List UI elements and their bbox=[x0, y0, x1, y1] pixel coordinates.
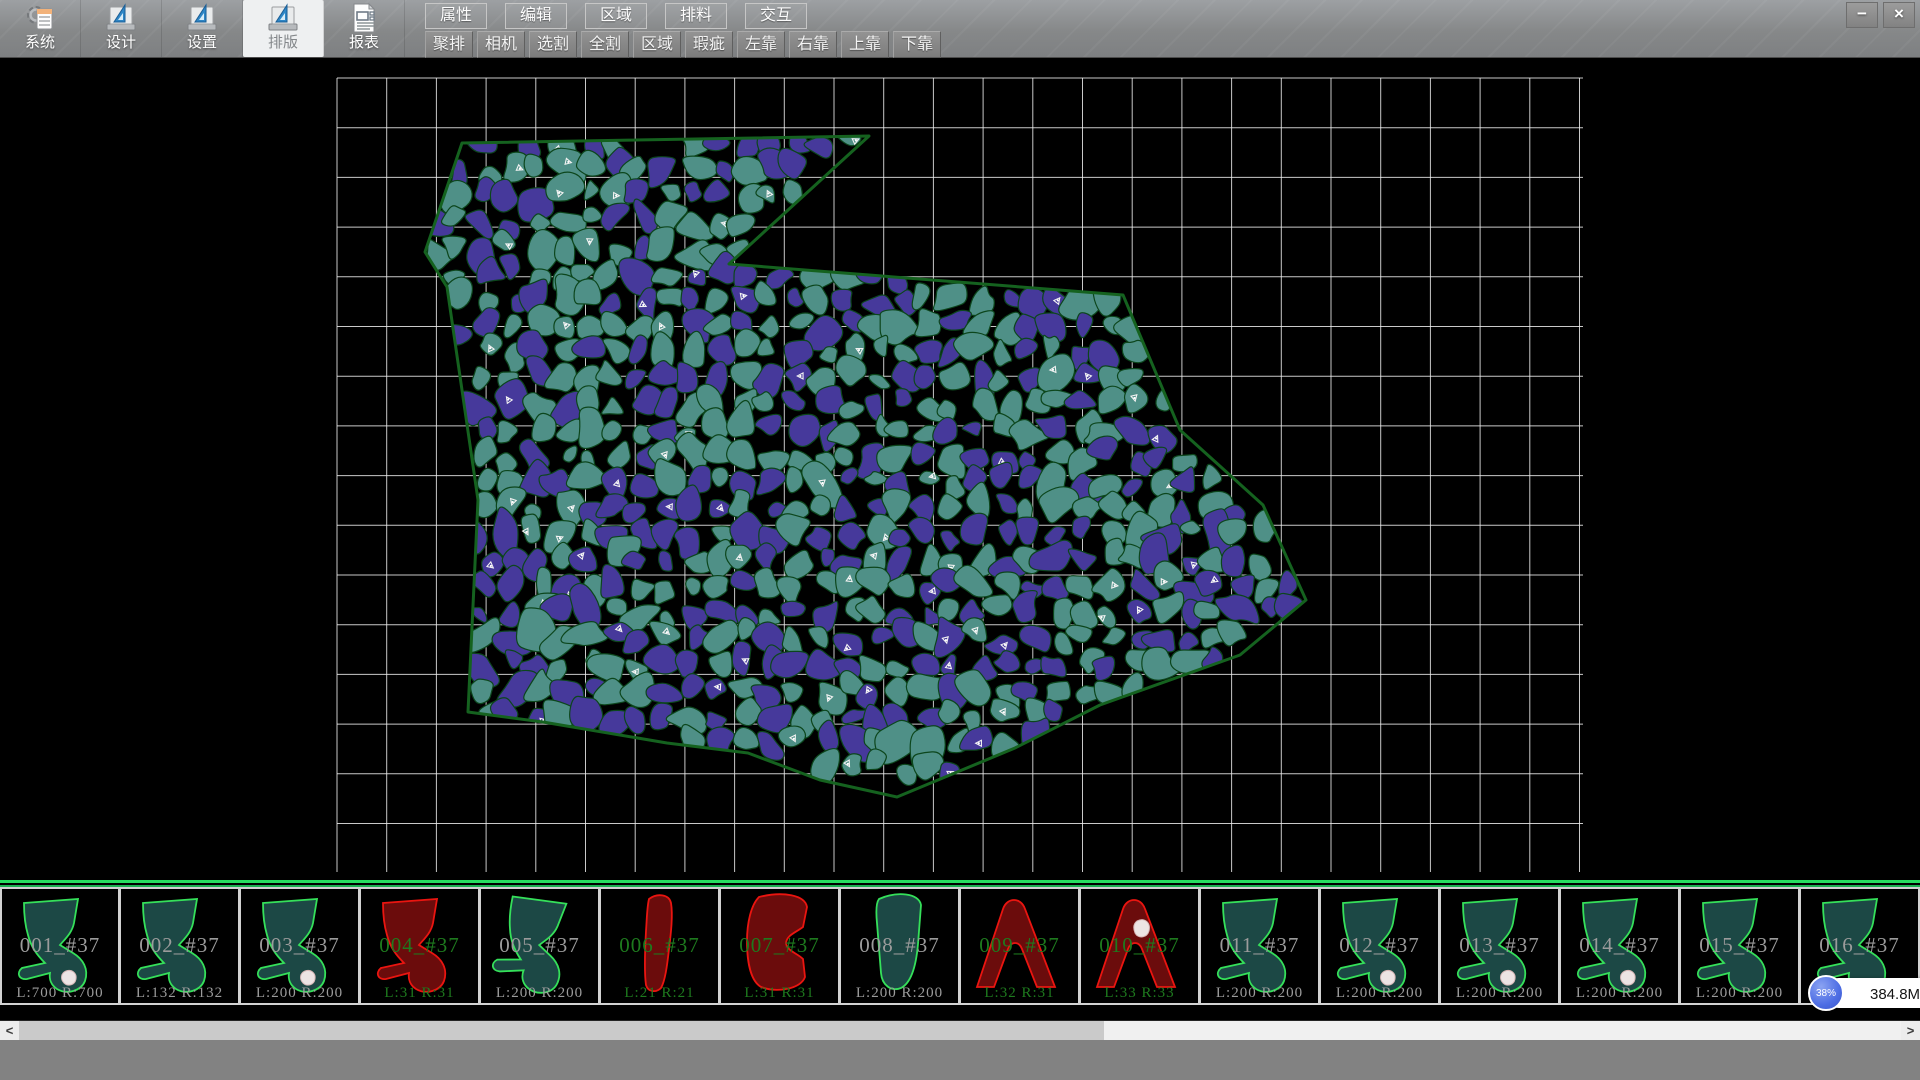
part-lr-count-label: L:200 R:200 bbox=[1681, 985, 1798, 1002]
part-thumbnail-011_#37[interactable]: 011_#37 L:200 R:200 bbox=[1200, 887, 1320, 1005]
part-lr-count-label: L:31 R:31 bbox=[361, 985, 478, 1002]
part-thumbnail-001_#37[interactable]: 001_#37 L:700 R:700 bbox=[0, 887, 120, 1005]
part-lr-count-label: L:33 R:33 bbox=[1081, 985, 1198, 1002]
part-lr-count-label: L:200 R:200 bbox=[1561, 985, 1678, 1002]
settings-ruler-icon bbox=[185, 2, 219, 34]
close-button[interactable]: × bbox=[1883, 2, 1915, 28]
part-lr-count-label: L:200 R:200 bbox=[841, 985, 958, 1002]
design-ruler-icon bbox=[104, 2, 138, 34]
scroll-right-button[interactable]: > bbox=[1901, 1021, 1920, 1040]
system-gear-icon bbox=[23, 2, 57, 34]
action-button-4[interactable]: 全割 bbox=[581, 31, 629, 58]
part-lr-count-label: L:21 R:21 bbox=[601, 985, 718, 1002]
parts-strip-cells: 001_#37L:700 R:700002_#37L:132 R:132003_… bbox=[0, 887, 1920, 1005]
part-thumbnail-012_#37[interactable]: 012_#37 L:200 R:200 bbox=[1320, 887, 1440, 1005]
toolbar-button-1[interactable]: 系统 bbox=[0, 0, 81, 57]
part-id-label: 014_#37 bbox=[1561, 933, 1678, 958]
part-lr-count-label: L:200 R:200 bbox=[1441, 985, 1558, 1002]
part-id-label: 016_#37 bbox=[1801, 933, 1918, 958]
action-button-1[interactable]: 聚排 bbox=[425, 31, 473, 58]
nested-parts-layer[interactable] bbox=[425, 122, 1305, 785]
toolbar-button-4[interactable]: 排版 bbox=[243, 0, 324, 57]
toolbar-button-2[interactable]: 设计 bbox=[81, 0, 162, 57]
part-thumbnail-009_#37[interactable]: 009_#37 L:32 R:31 bbox=[960, 887, 1080, 1005]
memory-usage-label: 384.8M bbox=[1870, 986, 1920, 1003]
part-lr-count-label: L:200 R:200 bbox=[241, 985, 358, 1002]
nesting-canvas[interactable] bbox=[0, 57, 1920, 1020]
status-badge: 384.8M 38% bbox=[1808, 975, 1920, 1011]
part-id-label: 010_#37 bbox=[1081, 933, 1198, 958]
action-button-8[interactable]: 右靠 bbox=[789, 31, 837, 58]
part-lr-count-label: L:700 R:700 bbox=[2, 985, 118, 1002]
part-thumbnail-005_#37[interactable]: 005_#37 L:200 R:200 bbox=[480, 887, 600, 1005]
part-thumbnail-014_#37[interactable]: 014_#37 L:200 R:200 bbox=[1560, 887, 1680, 1005]
progress-percent-label: 38% bbox=[1816, 988, 1836, 999]
part-lr-count-label: L:200 R:200 bbox=[481, 985, 598, 1002]
report-doc-icon bbox=[347, 2, 381, 34]
menu-tab-5[interactable]: 交互 bbox=[745, 3, 807, 29]
toolbar-button-3[interactable]: 设置 bbox=[162, 0, 243, 57]
part-id-label: 013_#37 bbox=[1441, 933, 1558, 958]
part-lr-count-label: L:32 R:31 bbox=[961, 985, 1078, 1002]
scrollbar-thumb[interactable] bbox=[19, 1021, 1104, 1040]
scroll-left-button[interactable]: < bbox=[0, 1021, 19, 1040]
part-id-label: 009_#37 bbox=[961, 933, 1078, 958]
action-button-6[interactable]: 瑕疵 bbox=[685, 31, 733, 58]
part-id-label: 001_#37 bbox=[2, 933, 118, 958]
part-thumbnail-008_#37[interactable]: 008_#37 L:200 R:200 bbox=[840, 887, 960, 1005]
toolbar-button-label: 报表 bbox=[324, 34, 404, 52]
action-button-9[interactable]: 上靠 bbox=[841, 31, 889, 58]
progress-circle: 38% bbox=[1808, 975, 1844, 1011]
toolbar-button-5[interactable]: 报表 bbox=[324, 0, 405, 57]
toolbar-button-label: 设计 bbox=[81, 34, 161, 52]
part-id-label: 004_#37 bbox=[361, 933, 478, 958]
toolbar-button-label: 排版 bbox=[243, 34, 323, 52]
menu-tab-2[interactable]: 编辑 bbox=[505, 3, 567, 29]
part-lr-count-label: L:200 R:200 bbox=[1201, 985, 1318, 1002]
menu-tab-bar: 属性编辑区域排料交互 bbox=[425, 3, 825, 29]
part-id-label: 003_#37 bbox=[241, 933, 358, 958]
action-button-10[interactable]: 下靠 bbox=[893, 31, 941, 58]
part-id-label: 011_#37 bbox=[1201, 933, 1318, 958]
part-thumbnail-007_#37[interactable]: 007_#37 L:31 R:31 bbox=[720, 887, 840, 1005]
toolbar-button-label: 系统 bbox=[0, 34, 80, 52]
part-id-label: 007_#37 bbox=[721, 933, 838, 958]
nesting-canvas-svg bbox=[0, 57, 1920, 1020]
part-lr-count-label: L:200 R:200 bbox=[1321, 985, 1438, 1002]
part-lr-count-label: L:132 R:132 bbox=[121, 985, 238, 1002]
horizontal-scrollbar[interactable]: < > bbox=[0, 1020, 1920, 1040]
action-button-3[interactable]: 选割 bbox=[529, 31, 577, 58]
part-thumbnail-015_#37[interactable]: 015_#37 L:200 R:200 bbox=[1680, 887, 1800, 1005]
part-id-label: 008_#37 bbox=[841, 933, 958, 958]
part-thumbnail-002_#37[interactable]: 002_#37 L:132 R:132 bbox=[120, 887, 240, 1005]
action-button-7[interactable]: 左靠 bbox=[737, 31, 785, 58]
parts-strip: 001_#37L:700 R:700002_#37L:132 R:132003_… bbox=[0, 880, 1920, 1005]
nesting-ruler-icon bbox=[266, 2, 300, 34]
action-button-bar: 聚排相机选割全割区域瑕疵左靠右靠上靠下靠 bbox=[425, 31, 945, 58]
main-toolbar: 系统设计设置排版报表 bbox=[0, 0, 405, 57]
part-thumbnail-013_#37[interactable]: 013_#37 L:200 R:200 bbox=[1440, 887, 1560, 1005]
menu-tab-4[interactable]: 排料 bbox=[665, 3, 727, 29]
part-thumbnail-004_#37[interactable]: 004_#37 L:31 R:31 bbox=[360, 887, 480, 1005]
toolbar-button-label: 设置 bbox=[162, 34, 242, 52]
menu-tab-3[interactable]: 区域 bbox=[585, 3, 647, 29]
window-controls: −× bbox=[1846, 2, 1915, 28]
part-lr-count-label: L:31 R:31 bbox=[721, 985, 838, 1002]
part-id-label: 005_#37 bbox=[481, 933, 598, 958]
action-button-2[interactable]: 相机 bbox=[477, 31, 525, 58]
part-id-label: 015_#37 bbox=[1681, 933, 1798, 958]
action-button-5[interactable]: 区域 bbox=[633, 31, 681, 58]
part-thumbnail-003_#37[interactable]: 003_#37 L:200 R:200 bbox=[240, 887, 360, 1005]
part-thumbnail-006_#37[interactable]: 006_#37 L:21 R:21 bbox=[600, 887, 720, 1005]
part-id-label: 002_#37 bbox=[121, 933, 238, 958]
part-id-label: 012_#37 bbox=[1321, 933, 1438, 958]
part-thumbnail-010_#37[interactable]: 010_#37 L:33 R:33 bbox=[1080, 887, 1200, 1005]
title-bar: 系统设计设置排版报表 属性编辑区域排料交互 聚排相机选割全割区域瑕疵左靠右靠上靠… bbox=[0, 0, 1920, 58]
window-bottom-edge bbox=[0, 1040, 1920, 1080]
minimize-button[interactable]: − bbox=[1846, 2, 1878, 28]
part-id-label: 006_#37 bbox=[601, 933, 718, 958]
menu-tab-1[interactable]: 属性 bbox=[425, 3, 487, 29]
